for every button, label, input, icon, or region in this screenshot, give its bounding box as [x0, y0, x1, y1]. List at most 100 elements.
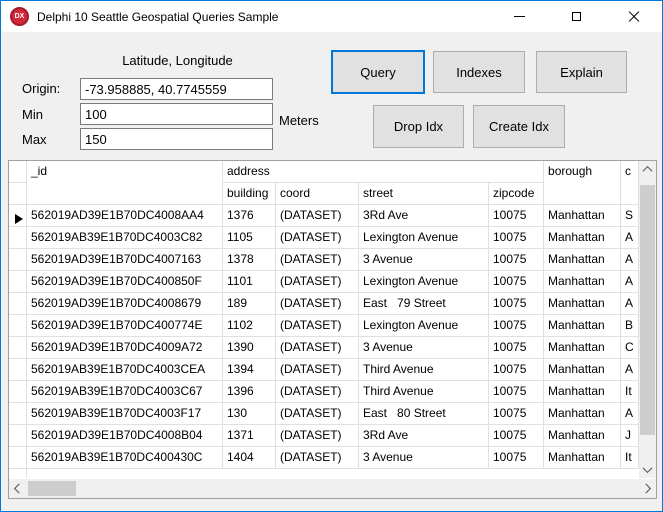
cell-borough[interactable]: Manhattan: [544, 249, 622, 271]
cell-building[interactable]: 1101: [223, 271, 276, 293]
maximize-button[interactable]: [548, 1, 605, 32]
cell-borough[interactable]: Manhattan: [544, 205, 622, 227]
cell-id[interactable]: 562019AB39E1B70DC4003C82: [27, 227, 223, 249]
horizontal-scrollbar-thumb[interactable]: [28, 481, 76, 496]
table-row[interactable]: 562019AB39E1B70DC400430C 1404 (DATASET) 3 A…: [9, 447, 640, 469]
cell-building[interactable]: 1396: [223, 381, 276, 403]
vertical-scrollbar-thumb[interactable]: [640, 185, 655, 435]
cell-id[interactable]: 562019AD39E1B70DC4009A72: [27, 337, 223, 359]
cell-cuisine[interactable]: A: [621, 227, 640, 249]
cell-building[interactable]: 189: [223, 293, 276, 315]
cell-zipcode[interactable]: 10075: [489, 205, 545, 227]
minimize-button[interactable]: [491, 1, 548, 32]
cell-coord[interactable]: (DATASET): [276, 271, 359, 293]
table-row[interactable]: 562019AD39E1B70DC4008AA4 1376 (DATASET) 3Rd…: [9, 205, 640, 227]
cell-cuisine[interactable]: A: [621, 359, 640, 381]
column-header-id[interactable]: _id: [27, 161, 223, 205]
cell-zipcode[interactable]: 10075: [489, 403, 545, 425]
cell-cuisine[interactable]: It: [621, 381, 640, 403]
cell-street[interactable]: 3Rd Ave: [359, 425, 489, 447]
cell-coord[interactable]: (DATASET): [276, 359, 359, 381]
cell-zipcode[interactable]: 10075: [489, 293, 545, 315]
cell-borough[interactable]: Manhattan: [544, 447, 622, 469]
cell-borough[interactable]: Manhattan: [544, 227, 622, 249]
table-row[interactable]: 562019AD39E1B70DC4008679 189 (DATASET) East…: [9, 293, 640, 315]
table-row[interactable]: 562019AB39E1B70DC4003F17 130 (DATASET) East…: [9, 403, 640, 425]
cell-id[interactable]: 562019AD39E1B70DC4008B04: [27, 425, 223, 447]
table-row[interactable]: 562019AB39E1B70DC4003C82 1105 (DATASET) Lex…: [9, 227, 640, 249]
cell-street[interactable]: Third Avenue: [359, 381, 489, 403]
cell-zipcode[interactable]: 10075: [489, 315, 545, 337]
cell-street[interactable]: East 79 Street: [359, 293, 489, 315]
cell-cuisine[interactable]: J: [621, 425, 640, 447]
table-row[interactable]: 562019AD39E1B70DC400774E 1102 (DATASET) Lex…: [9, 315, 640, 337]
create-idx-button[interactable]: Create Idx: [473, 105, 565, 148]
cell-borough[interactable]: Manhattan: [544, 403, 622, 425]
table-row[interactable]: 562019AD39E1B70DC4007163 1378 (DATASET) 3 A…: [9, 249, 640, 271]
cell-building[interactable]: 1394: [223, 359, 276, 381]
cell-coord[interactable]: (DATASET): [276, 205, 359, 227]
cell-borough[interactable]: Manhattan: [544, 381, 622, 403]
table-row[interactable]: 562019AD39E1B70DC400850F 1101 (DATASET) Lex…: [9, 271, 640, 293]
cell-borough[interactable]: Manhattan: [544, 337, 622, 359]
cell-id[interactable]: 562019AD39E1B70DC4008679: [27, 293, 223, 315]
cell-zipcode[interactable]: 10075: [489, 337, 545, 359]
cell-building[interactable]: 1390: [223, 337, 276, 359]
cell-id[interactable]: 562019AB39E1B70DC4003C67: [27, 381, 223, 403]
cell-street[interactable]: East 80 Street: [359, 403, 489, 425]
title-bar[interactable]: DX Delphi 10 Seattle Geospatial Queries …: [1, 1, 662, 32]
cell-street[interactable]: 3 Avenue: [359, 337, 489, 359]
column-header-cuisine[interactable]: c: [621, 161, 640, 205]
cell-street[interactable]: 3Rd Ave: [359, 205, 489, 227]
cell-building[interactable]: 1378: [223, 249, 276, 271]
cell-borough[interactable]: Manhattan: [544, 271, 622, 293]
cell-borough[interactable]: Manhattan: [544, 293, 622, 315]
cell-id[interactable]: 562019AB39E1B70DC400430C: [27, 447, 223, 469]
cell-street[interactable]: Lexington Avenue: [359, 271, 489, 293]
scroll-left-button[interactable]: [9, 479, 26, 498]
cell-street[interactable]: 3 Avenue: [359, 249, 489, 271]
cell-zipcode[interactable]: 10075: [489, 227, 545, 249]
cell-zipcode[interactable]: 10075: [489, 425, 545, 447]
cell-id[interactable]: 562019AD39E1B70DC400774E: [27, 315, 223, 337]
cell-zipcode[interactable]: 10075: [489, 249, 545, 271]
column-header-address-group[interactable]: address: [223, 161, 545, 183]
cell-borough[interactable]: Manhattan: [544, 315, 622, 337]
cell-zipcode[interactable]: 10075: [489, 447, 545, 469]
cell-building[interactable]: 1404: [223, 447, 276, 469]
cell-cuisine[interactable]: S: [621, 205, 640, 227]
cell-building[interactable]: 1376: [223, 205, 276, 227]
table-row[interactable]: 562019AB39E1B70DC4003CEA 1394 (DATASET) Thi…: [9, 359, 640, 381]
indexes-button[interactable]: Indexes: [433, 51, 525, 93]
explain-button[interactable]: Explain: [536, 51, 627, 93]
cell-cuisine[interactable]: It: [621, 447, 640, 469]
cell-coord[interactable]: (DATASET): [276, 227, 359, 249]
cell-borough[interactable]: Manhattan: [544, 425, 622, 447]
cell-cuisine[interactable]: B: [621, 315, 640, 337]
cell-borough[interactable]: Manhattan: [544, 359, 622, 381]
cell-building[interactable]: 1105: [223, 227, 276, 249]
cell-cuisine[interactable]: A: [621, 271, 640, 293]
min-input[interactable]: [80, 103, 273, 125]
cell-street[interactable]: Lexington Avenue: [359, 315, 489, 337]
cell-id[interactable]: 562019AD39E1B70DC4008AA4: [27, 205, 223, 227]
cell-building[interactable]: 130: [223, 403, 276, 425]
cell-coord[interactable]: (DATASET): [276, 381, 359, 403]
scroll-up-button[interactable]: [639, 161, 656, 178]
column-header-zipcode[interactable]: zipcode: [489, 183, 545, 205]
cell-cuisine[interactable]: A: [621, 249, 640, 271]
drop-idx-button[interactable]: Drop Idx: [373, 105, 464, 148]
cell-building[interactable]: 1371: [223, 425, 276, 447]
table-row[interactable]: 562019AD39E1B70DC4008B04 1371 (DATASET) 3Rd…: [9, 425, 640, 447]
cell-zipcode[interactable]: 10075: [489, 271, 545, 293]
cell-coord[interactable]: (DATASET): [276, 403, 359, 425]
cell-zipcode[interactable]: 10075: [489, 359, 545, 381]
cell-street[interactable]: Third Avenue: [359, 359, 489, 381]
query-button[interactable]: Query: [331, 50, 425, 94]
cell-coord[interactable]: (DATASET): [276, 425, 359, 447]
horizontal-scrollbar[interactable]: [9, 479, 656, 498]
cell-coord[interactable]: (DATASET): [276, 249, 359, 271]
close-button[interactable]: [605, 1, 662, 32]
cell-coord[interactable]: (DATASET): [276, 337, 359, 359]
table-row[interactable]: 562019AD39E1B70DC4009A72 1390 (DATASET) 3 A…: [9, 337, 640, 359]
